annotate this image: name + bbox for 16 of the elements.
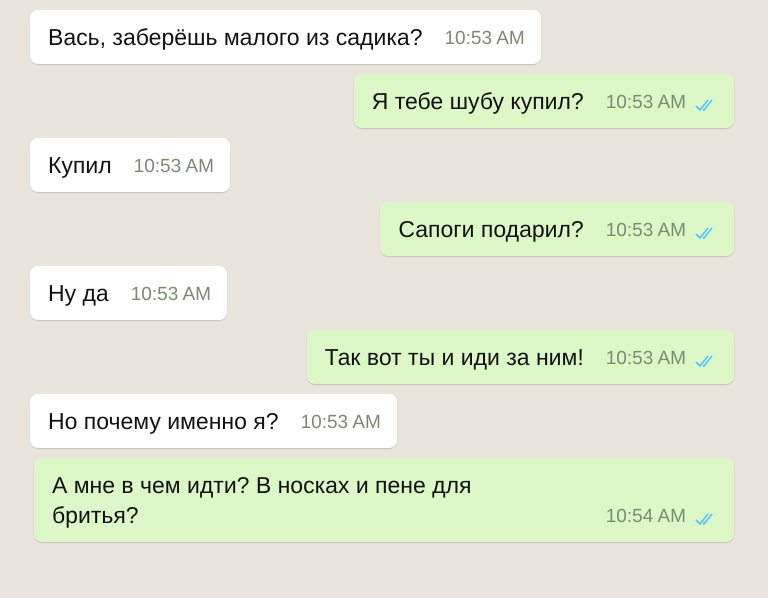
message-time: 10:54 AM	[606, 505, 686, 529]
message-text: А мне в чем идти? В носках и пене для бритья?	[52, 471, 472, 530]
message-text: Купил	[48, 151, 112, 180]
message-text: Вась, заберёшь малого из садика?	[48, 23, 422, 52]
message-text: Сапоги подарил?	[398, 215, 584, 244]
message-time: 10:53 AM	[134, 155, 214, 179]
message-text: Я тебе шубу купил?	[372, 87, 584, 116]
message-time: 10:53 AM	[300, 411, 381, 435]
message-time: 10:53 AM	[606, 347, 686, 371]
message-text: Так вот ты и иди за ним!	[324, 343, 584, 372]
message-time: 10:53 AM	[606, 91, 686, 115]
message-time: 10:53 AM	[606, 219, 686, 243]
message-text: Но почему именно я?	[48, 407, 279, 436]
message-time: 10:53 AM	[130, 283, 211, 307]
message-text: Ну да	[48, 279, 109, 308]
message-time: 10:53 AM	[444, 27, 525, 51]
